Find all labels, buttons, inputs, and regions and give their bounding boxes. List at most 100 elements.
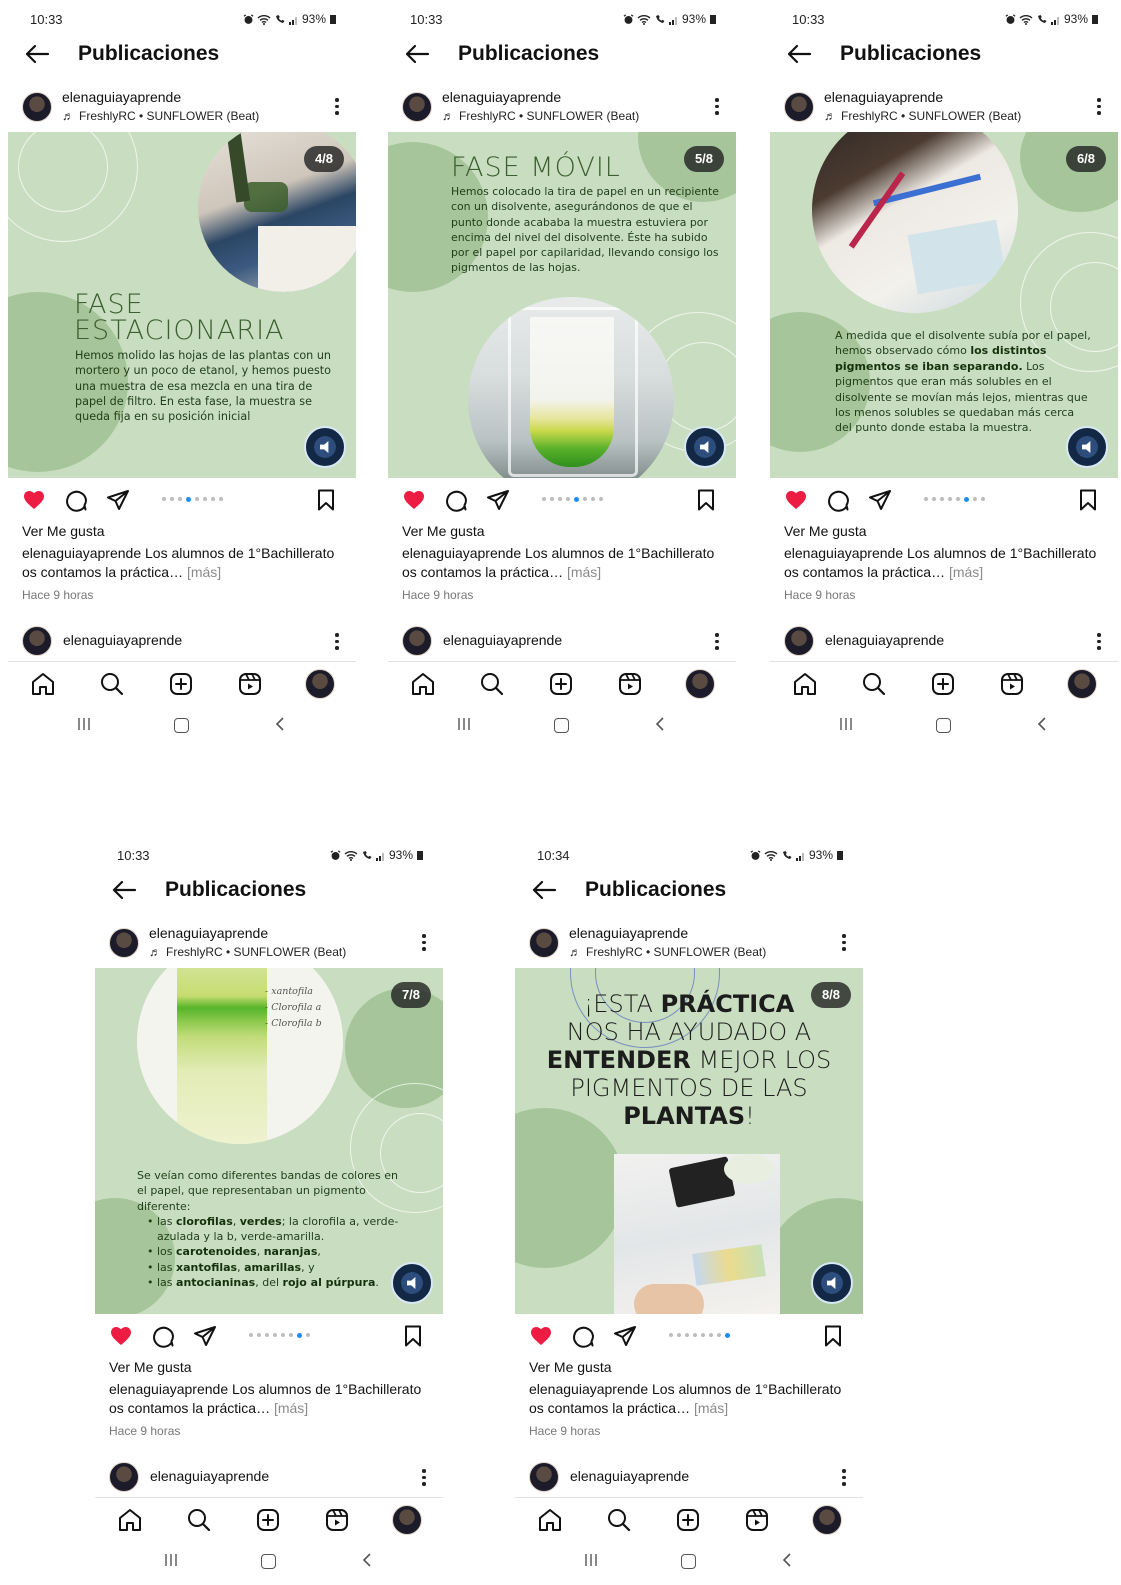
back-nav-icon[interactable] [779,1552,795,1568]
sound-toggle-button[interactable] [811,1262,853,1304]
back-arrow-icon[interactable] [24,42,50,66]
next-post-username[interactable]: elenaguiayaprende [443,632,562,648]
back-arrow-icon[interactable] [111,878,137,902]
heart-icon[interactable] [784,488,808,512]
create-post-icon[interactable] [168,671,194,697]
more-link[interactable]: [más] [949,564,983,580]
home-icon[interactable] [537,1507,563,1533]
recent-apps-icon[interactable] [456,716,472,732]
back-arrow-icon[interactable] [786,42,812,66]
next-post-username[interactable]: elenaguiayaprende [570,1468,689,1484]
share-icon[interactable] [486,488,510,512]
profile-avatar-icon[interactable] [392,1505,422,1535]
search-icon[interactable] [186,1507,212,1533]
music-info[interactable]: ♬ FreshlyRC • SUNFLOWER (Beat) [442,109,639,123]
more-options-icon[interactable] [421,934,427,954]
recent-apps-icon[interactable] [838,716,854,732]
carousel-slide[interactable]: ¡ESTA PRÁCTICA NOS HA AYUDADO A ENTENDER… [515,968,863,1314]
avatar[interactable] [22,626,52,656]
back-nav-icon[interactable] [272,716,288,732]
home-icon[interactable] [30,671,56,697]
avatar[interactable] [529,1462,559,1492]
more-options-icon[interactable] [714,98,720,118]
music-info[interactable]: ♬ FreshlyRC • SUNFLOWER (Beat) [149,945,346,959]
sound-toggle-button[interactable] [304,426,346,468]
avatar[interactable] [22,92,52,122]
home-nav-icon[interactable] [554,718,569,733]
bookmark-icon[interactable] [314,488,338,512]
profile-avatar-icon[interactable] [685,669,715,699]
more-options-icon[interactable] [841,1469,847,1489]
recent-apps-icon[interactable] [76,716,92,732]
comment-icon[interactable] [151,1324,175,1348]
profile-avatar-icon[interactable] [305,669,335,699]
avatar[interactable] [109,1462,139,1492]
reels-icon[interactable] [237,671,263,697]
bookmark-icon[interactable] [821,1324,845,1348]
search-icon[interactable] [861,671,887,697]
caption-username[interactable]: elenaguiayaprende [529,1381,648,1397]
back-arrow-icon[interactable] [531,878,557,902]
sound-toggle-button[interactable] [684,426,726,468]
back-nav-icon[interactable] [652,716,668,732]
post-username[interactable]: elenaguiayaprende [149,925,268,941]
bookmark-icon[interactable] [401,1324,425,1348]
more-options-icon[interactable] [841,934,847,954]
recent-apps-icon[interactable] [163,1552,179,1568]
heart-icon[interactable] [402,488,426,512]
likes-link[interactable]: Ver Me gusta [22,523,105,539]
more-options-icon[interactable] [1096,633,1102,653]
share-icon[interactable] [613,1324,637,1348]
likes-link[interactable]: Ver Me gusta [784,523,867,539]
more-options-icon[interactable] [421,1469,427,1489]
avatar[interactable] [529,928,559,958]
likes-link[interactable]: Ver Me gusta [402,523,485,539]
heart-icon[interactable] [109,1324,133,1348]
search-icon[interactable] [606,1507,632,1533]
carousel-slide[interactable]: FASE ESTACIONARIA Hemos molido las hojas… [8,132,356,478]
more-link[interactable]: [más] [694,1400,728,1416]
caption-username[interactable]: elenaguiayaprende [784,545,903,561]
home-icon[interactable] [410,671,436,697]
comment-icon[interactable] [64,488,88,512]
recent-apps-icon[interactable] [583,1552,599,1568]
more-options-icon[interactable] [714,633,720,653]
carousel-slide[interactable]: - xantofila - Clorofila a - Clorofila b … [95,968,443,1314]
create-post-icon[interactable] [675,1507,701,1533]
home-nav-icon[interactable] [681,1554,696,1569]
create-post-icon[interactable] [930,671,956,697]
caption-username[interactable]: elenaguiayaprende [22,545,141,561]
post-username[interactable]: elenaguiayaprende [442,89,561,105]
next-post-username[interactable]: elenaguiayaprende [150,1468,269,1484]
share-icon[interactable] [868,488,892,512]
reels-icon[interactable] [617,671,643,697]
sound-toggle-button[interactable] [1066,426,1108,468]
bookmark-icon[interactable] [1076,488,1100,512]
music-info[interactable]: ♬ FreshlyRC • SUNFLOWER (Beat) [824,109,1021,123]
back-nav-icon[interactable] [359,1552,375,1568]
likes-link[interactable]: Ver Me gusta [109,1359,192,1375]
search-icon[interactable] [99,671,125,697]
profile-avatar-icon[interactable] [1067,669,1097,699]
home-nav-icon[interactable] [261,1554,276,1569]
carousel-slide[interactable]: FASE MÓVIL Hemos colocado la tira de pap… [388,132,736,478]
post-username[interactable]: elenaguiayaprende [62,89,181,105]
avatar[interactable] [402,92,432,122]
avatar[interactable] [784,92,814,122]
next-post-username[interactable]: elenaguiayaprende [63,632,182,648]
more-link[interactable]: [más] [274,1400,308,1416]
next-post-username[interactable]: elenaguiayaprende [825,632,944,648]
reels-icon[interactable] [999,671,1025,697]
create-post-icon[interactable] [255,1507,281,1533]
reels-icon[interactable] [744,1507,770,1533]
search-icon[interactable] [479,671,505,697]
comment-icon[interactable] [571,1324,595,1348]
music-info[interactable]: ♬ FreshlyRC • SUNFLOWER (Beat) [569,945,766,959]
post-username[interactable]: elenaguiayaprende [824,89,943,105]
music-info[interactable]: ♬ FreshlyRC • SUNFLOWER (Beat) [62,109,259,123]
home-nav-icon[interactable] [174,718,189,733]
share-icon[interactable] [106,488,130,512]
more-link[interactable]: [más] [187,564,221,580]
create-post-icon[interactable] [548,671,574,697]
likes-link[interactable]: Ver Me gusta [529,1359,612,1375]
